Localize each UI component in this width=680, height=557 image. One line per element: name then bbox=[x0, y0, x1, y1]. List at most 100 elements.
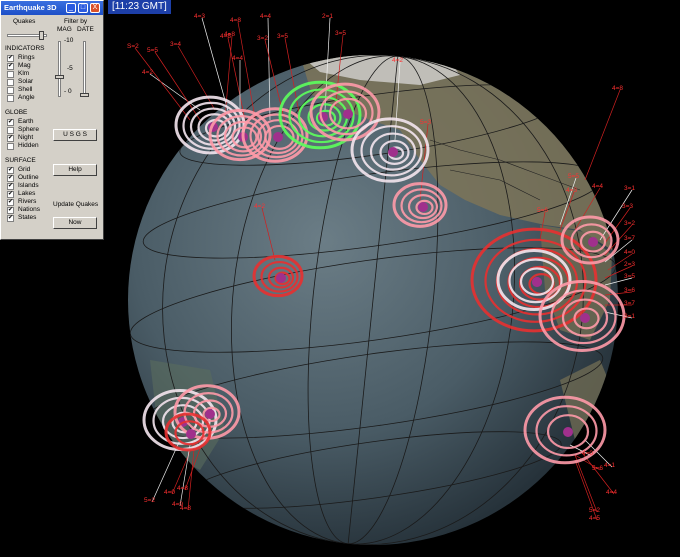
quake-magnitude-label: 5=3 bbox=[420, 119, 431, 126]
checkbox-islands[interactable]: ✔ bbox=[7, 183, 14, 190]
quake-magnitude-label: 4=0 bbox=[164, 489, 175, 496]
quake-leader-line bbox=[149, 73, 201, 111]
quake-epicenter[interactable] bbox=[343, 109, 353, 119]
checkbox-label-klm: Klm bbox=[18, 70, 30, 77]
quake-magnitude-label: 2=1 bbox=[322, 13, 333, 20]
checkbox-rings[interactable]: ✔ bbox=[7, 55, 14, 62]
quake-epicenter[interactable] bbox=[532, 277, 542, 287]
checkbox-grid[interactable]: ✔ bbox=[7, 167, 14, 174]
quake-epicenter[interactable] bbox=[580, 313, 590, 323]
quake-magnitude-label: 4=2 bbox=[392, 57, 403, 64]
checkbox-label-solar: Solar bbox=[18, 78, 34, 85]
checkbox-lakes[interactable]: ✔ bbox=[7, 191, 14, 198]
checkbox-label-rivers: Rivers bbox=[18, 198, 37, 205]
quake-magnitude-label: 5=5 bbox=[147, 47, 158, 54]
checkbox-label-nations: Nations bbox=[18, 206, 41, 213]
checkbox-label-grid: Grid bbox=[18, 166, 31, 173]
quake-magnitude-label: 3=3 bbox=[622, 203, 633, 210]
mag-slider-track[interactable] bbox=[58, 41, 61, 97]
quake-magnitude-label: 5=2 bbox=[589, 507, 600, 514]
quake-magnitude-label: 3=6 bbox=[624, 287, 635, 294]
checkbox-nations[interactable]: ✔ bbox=[7, 207, 14, 214]
checkbox-shell[interactable] bbox=[7, 87, 14, 94]
quake-magnitude-label: 4=8 bbox=[224, 31, 235, 38]
quake-magnitude-label: 3=5 bbox=[624, 273, 635, 280]
checkbox-label-lakes: Lakes bbox=[18, 190, 36, 197]
quake-magnitude-label: 3=2 bbox=[624, 220, 635, 227]
quake-epicenter[interactable] bbox=[205, 409, 215, 419]
date-slider-track[interactable] bbox=[83, 41, 86, 97]
quake-epicenter[interactable] bbox=[588, 237, 598, 247]
quake-magnitude-label: 2=3 bbox=[624, 261, 635, 268]
quake-magnitude-label: 4=2 bbox=[254, 203, 265, 210]
quake-magnitude-label: 5=6 bbox=[537, 207, 548, 214]
close-button[interactable]: X bbox=[90, 3, 100, 13]
title-bar[interactable]: Earthquake 3D _ □ X bbox=[1, 1, 103, 15]
quake-leader-line bbox=[574, 454, 598, 513]
checkbox-earth[interactable]: ✔ bbox=[7, 119, 14, 126]
checkbox-solar[interactable] bbox=[7, 79, 14, 86]
checkbox-mag[interactable]: ✔ bbox=[7, 63, 14, 70]
quake-magnitude-label: 5=5 bbox=[568, 173, 579, 180]
quake-magnitude-label: 4=4 bbox=[232, 55, 243, 62]
checkbox-label-sphere: Sphere bbox=[18, 126, 39, 133]
quake-magnitude-label: 4=3 bbox=[194, 13, 205, 20]
quake-epicenter[interactable] bbox=[273, 132, 283, 142]
quake-magnitude-label: 4=1 bbox=[604, 462, 615, 469]
quake-magnitude-label: 3=4 bbox=[170, 41, 181, 48]
quake-magnitude-label: 4=4 bbox=[260, 13, 271, 20]
globe-header: GLOBE bbox=[5, 109, 28, 116]
update-now-button[interactable]: Now bbox=[53, 217, 97, 229]
mag-slider-thumb[interactable] bbox=[55, 75, 64, 79]
quake-epicenter[interactable] bbox=[418, 202, 428, 212]
checkbox-angle[interactable] bbox=[7, 95, 14, 102]
mag-label: MAG bbox=[57, 26, 72, 33]
quake-magnitude-label: 3=1 bbox=[624, 185, 635, 192]
help-button[interactable]: Help bbox=[53, 164, 97, 176]
checkbox-night[interactable]: ✔ bbox=[7, 135, 14, 142]
checkbox-rivers[interactable]: ✔ bbox=[7, 199, 14, 206]
control-panel-window: Earthquake 3D _ □ X Quakes Filter by MAG… bbox=[0, 0, 104, 240]
quake-magnitude-label: 4=0 bbox=[624, 249, 635, 256]
quake-leader-line bbox=[584, 89, 621, 181]
quake-magnitude-label: 4=8 bbox=[180, 505, 191, 512]
quake-magnitude-label: 4=4 bbox=[592, 183, 603, 190]
quake-magnitude-label: 3=7 bbox=[624, 300, 635, 307]
window-title: Earthquake 3D bbox=[4, 3, 57, 12]
quakes-slider-thumb[interactable] bbox=[39, 31, 44, 40]
minimize-button[interactable]: _ bbox=[66, 3, 76, 13]
checkbox-label-earth: Earth bbox=[18, 118, 34, 125]
quake-magnitude-label: 4=5 bbox=[589, 515, 600, 522]
checkbox-outline[interactable]: ✔ bbox=[7, 175, 14, 182]
quake-epicenter[interactable] bbox=[388, 147, 398, 157]
date-label: DATE bbox=[77, 26, 94, 33]
quake-magnitude-label: 3=5 bbox=[335, 30, 346, 37]
quake-magnitude-label: 5=6 bbox=[592, 465, 603, 472]
date-slider-thumb[interactable] bbox=[80, 93, 89, 97]
checkbox-klm[interactable] bbox=[7, 71, 14, 78]
checkbox-label-hidden: Hidden bbox=[18, 142, 39, 149]
filter-label: Filter by bbox=[64, 18, 88, 25]
checkbox-label-angle: Angle bbox=[18, 94, 35, 101]
checkbox-label-shell: Shell bbox=[18, 86, 33, 93]
quake-leader-line bbox=[154, 51, 201, 121]
quake-epicenter[interactable] bbox=[186, 429, 196, 439]
quake-magnitude-label: 4=0 bbox=[582, 450, 593, 457]
checkbox-states[interactable]: ✔ bbox=[7, 215, 14, 222]
usgs-button[interactable]: U S G S bbox=[53, 129, 97, 141]
update-quakes-label: Update Quakes bbox=[53, 201, 99, 208]
checkbox-label-mag: Mag bbox=[18, 62, 31, 69]
quake-magnitude-label: 3=2 bbox=[257, 35, 268, 42]
quake-epicenter[interactable] bbox=[563, 427, 573, 437]
quake-magnitude-label: 4=3 bbox=[566, 187, 577, 194]
quake-epicenter[interactable] bbox=[276, 273, 286, 283]
quake-magnitude-label: S=2 bbox=[127, 43, 139, 50]
quake-magnitude-label: 3=5 bbox=[277, 33, 288, 40]
surface-header: SURFACE bbox=[5, 157, 36, 164]
scale-label-0: - 0 bbox=[64, 88, 72, 95]
checkbox-sphere[interactable] bbox=[7, 127, 14, 134]
maximize-button[interactable]: □ bbox=[78, 3, 88, 13]
quake-magnitude-label: 4=2 bbox=[142, 69, 153, 76]
scale-label-5: -5 bbox=[67, 65, 73, 72]
checkbox-hidden[interactable] bbox=[7, 143, 14, 150]
